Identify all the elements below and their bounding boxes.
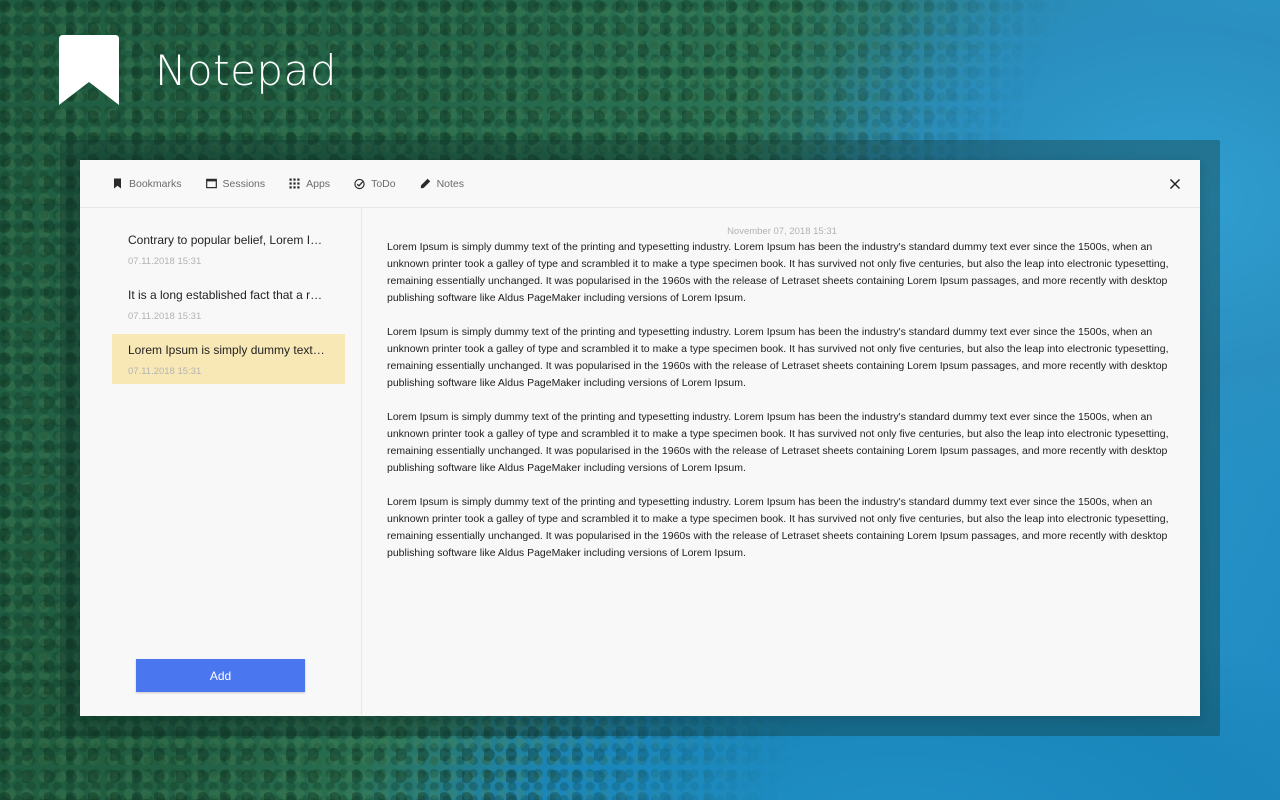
note-date: 07.11.2018 15:31 bbox=[128, 366, 202, 377]
grid-icon bbox=[289, 178, 300, 189]
nav-bookmarks-label: Bookmarks bbox=[129, 177, 182, 190]
note-date: 07.11.2018 15:31 bbox=[128, 256, 202, 267]
note-title: Lorem Ipsum is simply dummy text of the … bbox=[128, 343, 328, 357]
note-list: Contrary to popular belief, Lorem Ipsum … bbox=[112, 224, 345, 384]
nav-notes[interactable]: Notes bbox=[420, 178, 464, 190]
nav-bookmarks[interactable]: Bookmarks bbox=[112, 178, 182, 190]
note-date: 07.11.2018 15:31 bbox=[128, 311, 202, 322]
notepad-window: Bookmarks Sessions Apps ToDo Notes Contr… bbox=[80, 160, 1200, 716]
bookmark-icon bbox=[112, 178, 123, 189]
note-item-active[interactable]: Lorem Ipsum is simply dummy text of the … bbox=[112, 334, 345, 384]
note-title: Contrary to popular belief, Lorem Ipsum … bbox=[128, 233, 328, 247]
window-icon bbox=[205, 178, 217, 189]
note-item[interactable]: Contrary to popular belief, Lorem Ipsum … bbox=[112, 224, 345, 274]
check-circle-icon bbox=[354, 178, 365, 190]
nav-sessions[interactable]: Sessions bbox=[205, 177, 266, 190]
close-icon[interactable] bbox=[1168, 177, 1182, 191]
nav-todo[interactable]: ToDo bbox=[354, 178, 396, 190]
note-paragraph: Lorem Ipsum is simply dummy text of the … bbox=[387, 326, 1169, 389]
nav-apps[interactable]: Apps bbox=[289, 178, 330, 190]
nav-sessions-label: Sessions bbox=[222, 177, 266, 190]
nav-todo-label: ToDo bbox=[371, 177, 396, 190]
note-paragraph: Lorem Ipsum is simply dummy text of the … bbox=[387, 241, 1169, 304]
note-title: It is a long established fact that a rea… bbox=[128, 288, 328, 302]
note-paragraph: Lorem Ipsum is simply dummy text of the … bbox=[387, 496, 1169, 559]
note-paragraph: Lorem Ipsum is simply dummy text of the … bbox=[387, 411, 1169, 474]
nav-apps-label: Apps bbox=[306, 177, 331, 190]
notes-sidebar: Contrary to popular belief, Lorem Ipsum … bbox=[80, 208, 362, 715]
top-navigation: Bookmarks Sessions Apps ToDo Notes bbox=[80, 160, 1200, 208]
app-title: Notepad bbox=[155, 45, 337, 95]
pencil-icon bbox=[420, 178, 431, 189]
note-editor[interactable]: November 07, 2018 15:31 Lorem Ipsum is s… bbox=[362, 208, 1201, 715]
brand: Notepad bbox=[59, 35, 337, 105]
add-button[interactable]: Add bbox=[136, 659, 305, 692]
nav-notes-label: Notes bbox=[436, 177, 465, 190]
bookmark-logo-icon bbox=[59, 35, 119, 105]
note-item[interactable]: It is a long established fact that a rea… bbox=[112, 279, 345, 329]
note-editor-date: November 07, 2018 15:31 bbox=[727, 226, 837, 237]
